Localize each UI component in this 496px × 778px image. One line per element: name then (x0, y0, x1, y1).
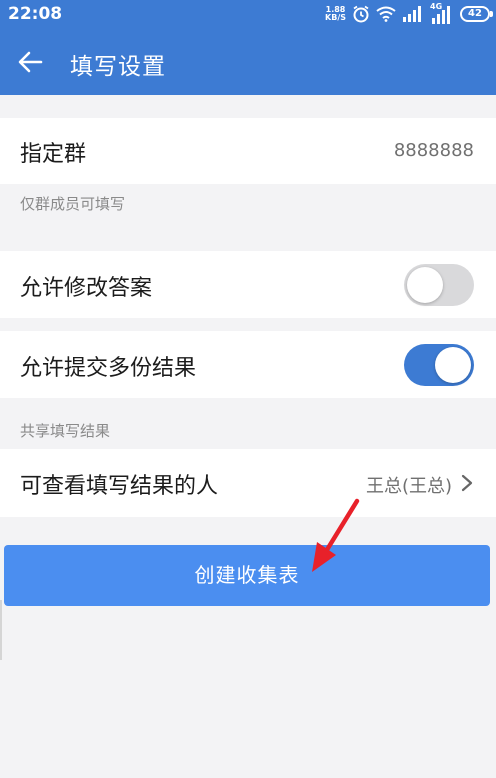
arrow-left-icon[interactable] (16, 48, 44, 76)
allow-edit-row: 允许修改答案 (0, 251, 496, 318)
net-speed-indicator: 1.88 KB/S (325, 6, 346, 22)
page-title: 填写设置 (70, 54, 166, 80)
group-hint: 仅群成员可填写 (20, 195, 126, 213)
create-form-button[interactable]: 创建收集表 (4, 545, 490, 606)
allow-edit-toggle[interactable] (404, 264, 474, 306)
signal-4g-icon: 4G (428, 2, 454, 24)
viewers-row[interactable]: 可查看填写结果的人 王总(王总) (0, 449, 496, 517)
toggle-knob (435, 347, 471, 383)
allow-multiple-row: 允许提交多份结果 (0, 331, 496, 398)
alarm-icon (353, 5, 369, 23)
group-value: 8888888 (393, 140, 474, 161)
edge-divider (0, 600, 2, 660)
toggle-knob (407, 267, 443, 303)
group-label: 指定群 (20, 142, 87, 167)
status-icons: 1.88 KB/S 4G 42 (325, 2, 493, 25)
signal-icon (403, 6, 421, 22)
allow-multiple-label: 允许提交多份结果 (20, 356, 197, 381)
net-speed-unit: KB/S (325, 13, 346, 22)
viewers-label: 可查看填写结果的人 (20, 474, 219, 499)
app-bar: 填写设置 (0, 29, 496, 95)
viewers-value: 王总(王总) (365, 476, 452, 497)
battery-icon: 42 (460, 6, 493, 22)
wifi-icon (376, 6, 396, 22)
chevron-right-icon (461, 474, 473, 492)
status-time: 22:08 (8, 4, 63, 24)
share-hint: 共享填写结果 (20, 422, 111, 440)
status-bar: 22:08 1.88 KB/S 4G 42 (0, 0, 496, 29)
allow-edit-label: 允许修改答案 (20, 276, 153, 301)
group-row[interactable]: 指定群 8888888 (0, 118, 496, 184)
allow-multiple-toggle[interactable] (404, 344, 474, 386)
